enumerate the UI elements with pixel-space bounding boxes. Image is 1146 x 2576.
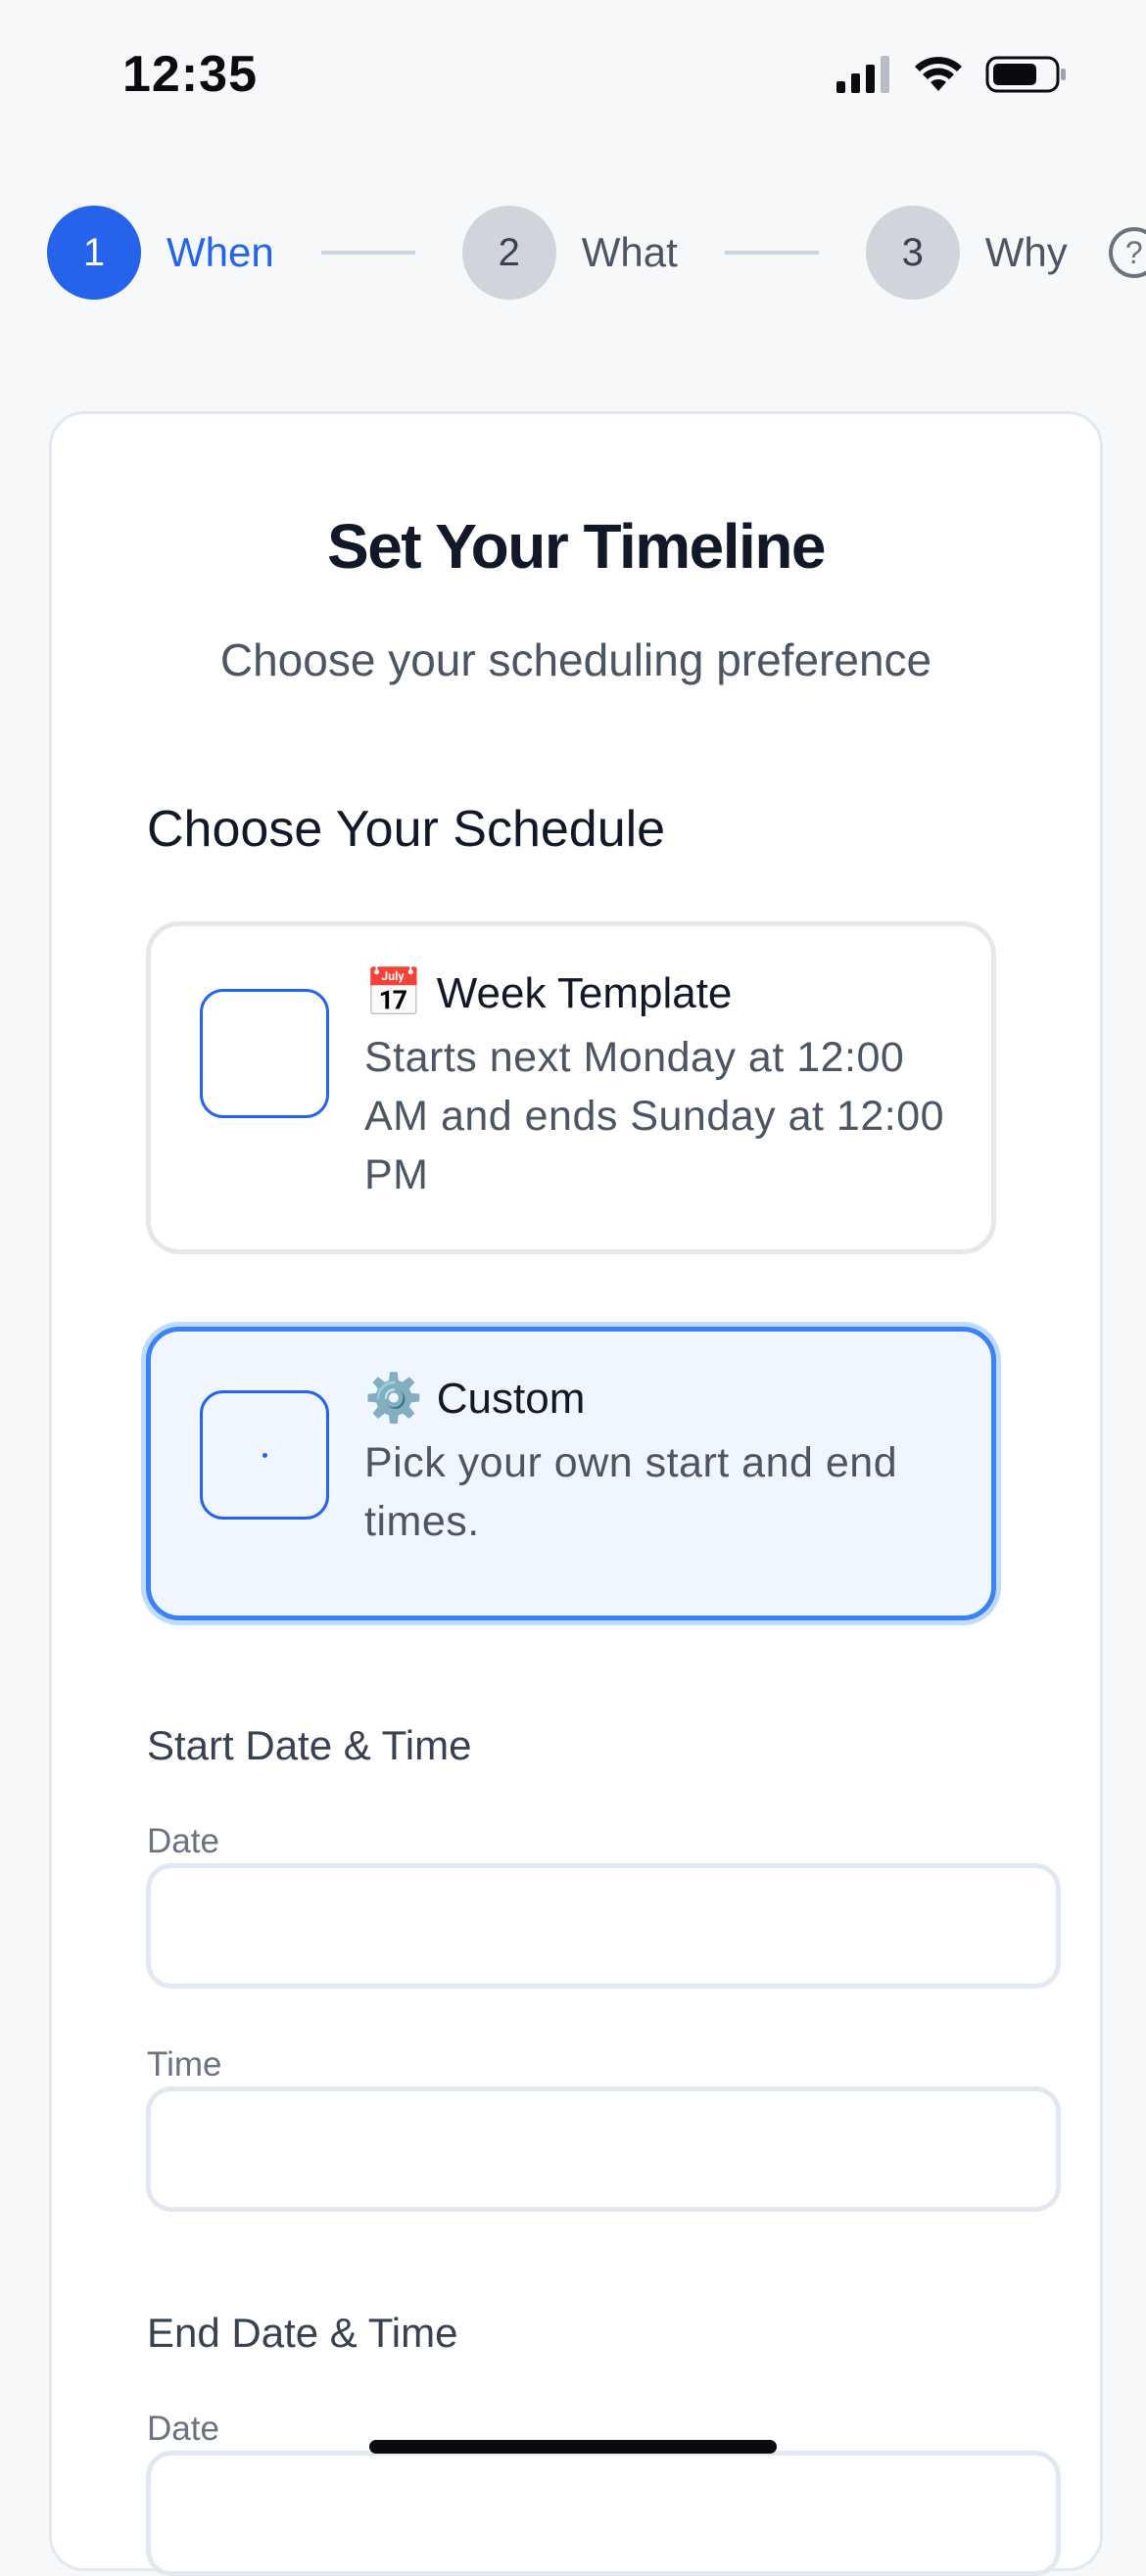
step-connector — [320, 251, 415, 255]
start-datetime-heading: Start Date & Time — [147, 1722, 472, 1768]
gear-icon: ⚙️ — [364, 1373, 423, 1425]
start-date-input[interactable] — [146, 1863, 1061, 1989]
page-title: Set Your Timeline — [327, 511, 827, 582]
custom-description: Pick your own start and end times. — [364, 1439, 898, 1545]
status-time: 12:35 — [122, 46, 258, 103]
custom-radio[interactable] — [200, 1390, 329, 1520]
custom-option[interactable]: ⚙️ Custom Pick your own start and end ti… — [146, 1327, 996, 1620]
radio-selected-dot — [263, 1453, 267, 1458]
week-template-radio[interactable] — [200, 989, 329, 1118]
option-text: ⚙️ Custom Pick your own start and end ti… — [364, 1375, 946, 1551]
week-template-option[interactable]: 📅 Week Template Starts next Monday at 12… — [146, 921, 996, 1254]
step-1-label[interactable]: When — [167, 229, 274, 276]
start-time-input[interactable] — [146, 2086, 1061, 2212]
end-date-input[interactable] — [146, 2451, 1061, 2576]
week-template-description: Starts next Monday at 12:00 AM and ends … — [364, 1034, 945, 1198]
week-template-title: Week Template — [436, 969, 733, 1017]
step-3-label[interactable]: Why — [985, 229, 1068, 276]
calendar-icon: 📅 — [364, 967, 423, 1019]
page-subtitle: Choose your scheduling preference — [219, 634, 932, 685]
step-connector — [724, 251, 819, 255]
step-2-circle[interactable]: 2 — [461, 206, 556, 300]
step-1-circle[interactable]: 1 — [47, 206, 141, 300]
option-title-row: ⚙️ Custom — [364, 1375, 946, 1424]
end-datetime-heading: End Date & Time — [147, 2310, 458, 2356]
option-text: 📅 Week Template Starts next Monday at 12… — [364, 969, 946, 1204]
home-indicator — [369, 2440, 777, 2454]
cellular-signal-icon — [836, 56, 889, 93]
schedule-section-heading: Choose Your Schedule — [147, 801, 666, 858]
end-date-label: Date — [147, 2410, 219, 2448]
wifi-icon — [915, 57, 962, 91]
step-3-circle[interactable]: 3 — [865, 206, 960, 300]
battery-icon — [985, 56, 1066, 93]
status-icons — [836, 54, 1068, 93]
timeline-card: Set Your Timeline Choose your scheduling… — [49, 411, 1103, 2576]
start-time-label: Time — [147, 2045, 222, 2084]
step-2-label[interactable]: What — [582, 229, 678, 276]
progress-stepper: 1 When 2 What 3 Why ? — [47, 206, 1146, 300]
option-title-row: 📅 Week Template — [364, 969, 946, 1018]
custom-title: Custom — [436, 1375, 586, 1423]
start-date-label: Date — [147, 1822, 219, 1860]
help-icon[interactable]: ? — [1108, 227, 1146, 278]
